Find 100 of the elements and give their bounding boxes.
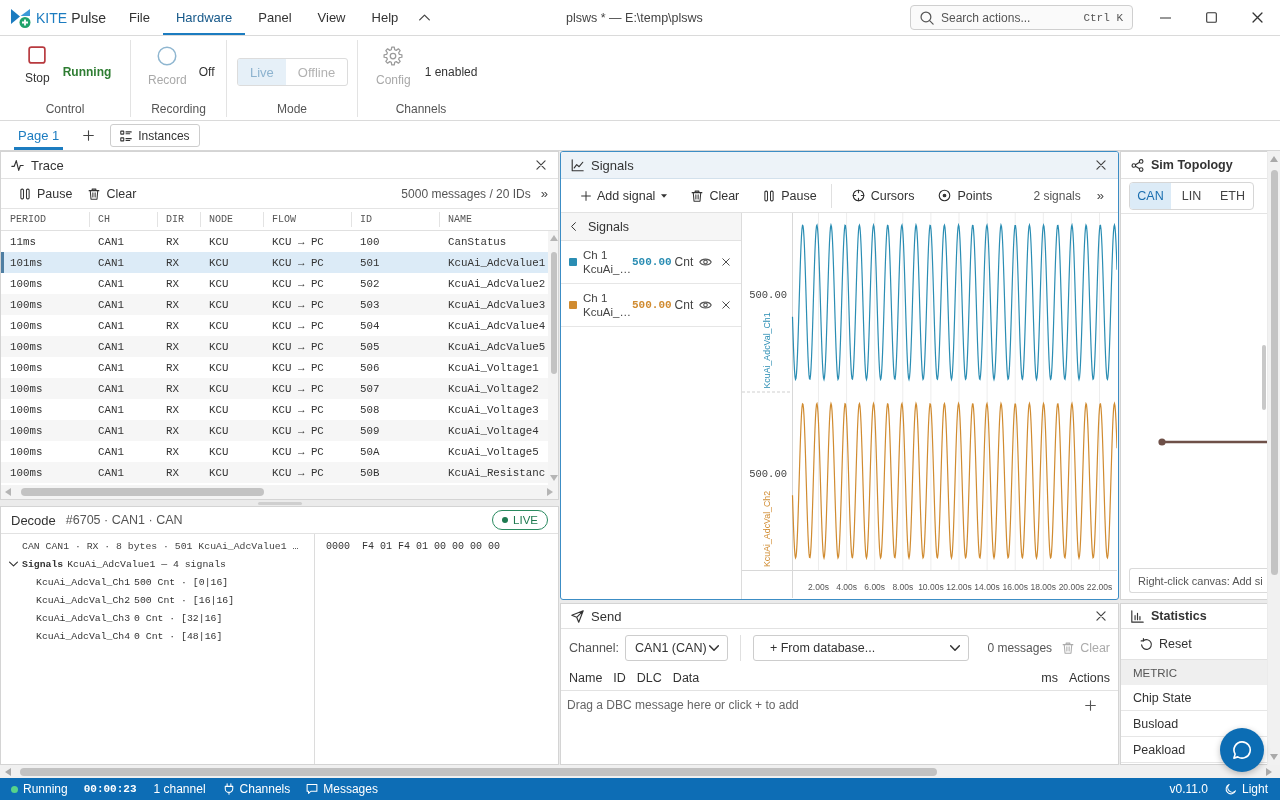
table-cell-text: 100ms xyxy=(9,424,44,437)
triangle-left-icon[interactable] xyxy=(5,488,11,496)
menu-item[interactable]: Panel xyxy=(245,0,305,35)
bus-tab[interactable]: CAN xyxy=(1130,183,1171,209)
triangle-up-icon[interactable] xyxy=(1270,156,1278,162)
column-header[interactable]: NAME xyxy=(439,212,558,227)
more-button[interactable]: » xyxy=(540,186,548,201)
horizontal-scrollbar[interactable] xyxy=(1,485,558,499)
add-signal-button[interactable]: Add signal xyxy=(581,183,668,208)
column-header[interactable]: NODE xyxy=(200,212,263,227)
trace-row[interactable]: 100ms CAN1 RX KCU KCU → PC 502 KcuAi_AdcValue2 xyxy=(1,273,548,294)
trace-row[interactable]: 100ms CAN1 RX KCU KCU → PC 505 KcuAi_AdcValue5 xyxy=(1,336,548,357)
column-header[interactable]: FLOW xyxy=(263,212,351,227)
table-cell-text: 100 xyxy=(359,235,381,248)
trace-row[interactable]: 100ms CAN1 RX KCU KCU → PC 509 KcuAi_Voltage4 xyxy=(1,420,548,441)
plus-icon xyxy=(1085,699,1096,711)
triangle-left-icon[interactable] xyxy=(5,767,11,776)
close-panel-button[interactable] xyxy=(534,158,548,172)
menu-item[interactable]: File xyxy=(116,0,163,35)
horizontal-scrollbar[interactable] xyxy=(0,765,1280,778)
database-select[interactable]: + From database... xyxy=(752,634,970,661)
trace-row[interactable]: 11ms CAN1 RX KCU KCU → PC 100 CanStatus xyxy=(1,231,548,252)
signal-value: 500 Cnt · [16|16] xyxy=(134,594,235,606)
remove-signal-button[interactable] xyxy=(722,258,730,266)
table-cell-text: RX xyxy=(165,235,180,248)
trash-icon xyxy=(88,187,101,200)
chevron-down-icon[interactable] xyxy=(9,561,18,567)
points-button[interactable]: Points xyxy=(938,183,993,208)
messages-button[interactable]: Messages xyxy=(306,782,378,796)
table-cell-text: RX xyxy=(165,340,180,353)
menu-item[interactable]: Hardware xyxy=(162,0,246,35)
stop-button[interactable]: Stop xyxy=(22,36,53,85)
vertical-scrollbar[interactable] xyxy=(1268,151,1280,765)
search-input[interactable]: Search actions... xyxy=(941,10,1077,25)
signal-value: 0 Cnt · [32|16] xyxy=(134,612,223,624)
channel-count: 1 channel xyxy=(153,782,206,796)
table-cell-text: CAN1 xyxy=(97,340,125,353)
column-header[interactable]: DIR xyxy=(157,212,200,227)
line-chart-icon xyxy=(571,158,584,172)
status-dot-icon xyxy=(11,785,18,793)
scrollbar-thumb[interactable] xyxy=(1270,170,1278,575)
close-icon xyxy=(722,301,730,309)
trace-row[interactable]: 100ms CAN1 RX KCU KCU → PC 506 KcuAi_Voltage1 xyxy=(1,357,548,378)
close-panel-button[interactable] xyxy=(1094,609,1108,623)
canvas-scrollbar[interactable] xyxy=(1262,345,1266,410)
add-message-button[interactable] xyxy=(1085,699,1096,711)
trace-row[interactable]: 100ms CAN1 RX KCU KCU → PC 503 KcuAi_AdcValue3 xyxy=(1,294,548,315)
vertical-scrollbar[interactable] xyxy=(548,231,558,485)
trace-row[interactable]: 101ms CAN1 RX KCU KCU → PC 501 KcuAi_AdcValue1 xyxy=(1,252,548,273)
channels-button[interactable]: Channels xyxy=(222,782,291,796)
column-header[interactable]: ID xyxy=(351,212,439,227)
trace-row[interactable]: 100ms CAN1 RX KCU KCU → PC 50A KcuAi_Voltage5 xyxy=(1,441,548,462)
axis-tick-label: 2.00s xyxy=(808,582,829,592)
triangle-down-icon[interactable] xyxy=(1270,754,1278,760)
menu-item[interactable]: View xyxy=(304,0,359,35)
table-cell-text: CAN1 xyxy=(97,382,125,395)
trace-row[interactable]: 100ms CAN1 RX KCU KCU → PC 50B KcuAi_Resistanc xyxy=(1,462,548,483)
column-header: ms xyxy=(1041,671,1058,685)
trace-row[interactable]: 100ms CAN1 RX KCU KCU → PC 504 KcuAi_AdcValue4 xyxy=(1,315,548,336)
clear-button[interactable]: Clear xyxy=(88,181,137,206)
more-button[interactable]: » xyxy=(1096,188,1104,203)
triangle-down-icon[interactable] xyxy=(549,475,558,481)
trace-row[interactable]: 100ms CAN1 RX KCU KCU → PC 507 KcuAi_Voltage2 xyxy=(1,378,548,399)
theme-button[interactable]: Light xyxy=(1224,782,1268,796)
axis-tick-label: 4.00s xyxy=(836,582,857,592)
bus-line[interactable] xyxy=(1158,438,1267,446)
visibility-button[interactable] xyxy=(699,300,712,310)
instances-button[interactable]: Instances xyxy=(110,124,200,147)
tree-label[interactable]: Signals xyxy=(22,558,64,570)
table-cell-text: KCU xyxy=(208,298,230,311)
trace-row[interactable]: 100ms CAN1 RX KCU KCU → PC 508 KcuAi_Voltage3 xyxy=(1,399,548,420)
scrollbar-thumb[interactable] xyxy=(21,488,264,496)
triangle-up-icon[interactable] xyxy=(549,235,558,241)
reset-button[interactable]: Reset xyxy=(1140,637,1192,651)
cursors-button[interactable]: Cursors xyxy=(851,183,915,208)
page-tab[interactable]: Page 1 xyxy=(14,121,64,150)
table-cell-text: KCU → PC xyxy=(271,361,325,374)
pause-button[interactable]: Pause xyxy=(19,181,73,206)
table-cell-text: RX xyxy=(165,256,180,269)
bus-tab[interactable]: LIN xyxy=(1171,183,1212,209)
chevron-up-icon xyxy=(419,14,431,21)
triangle-right-icon[interactable] xyxy=(547,488,553,496)
table-cell-text: 50A xyxy=(359,445,381,458)
visibility-button[interactable] xyxy=(699,257,712,267)
column-header[interactable]: PERIOD xyxy=(1,212,89,227)
menu-item[interactable]: Help xyxy=(358,0,412,35)
clear-button[interactable]: Clear xyxy=(691,183,740,208)
column-header[interactable]: CH xyxy=(89,212,157,227)
close-icon xyxy=(722,258,730,266)
channel-select[interactable]: CAN1 (CAN) xyxy=(625,634,728,661)
search-bar[interactable]: Search actions... Ctrl K xyxy=(910,5,1133,30)
axis-tick-label: 14.00s xyxy=(974,582,1000,592)
scrollbar-thumb[interactable] xyxy=(20,767,937,776)
bus-tab[interactable]: ETH xyxy=(1212,183,1253,209)
close-panel-button[interactable] xyxy=(1094,158,1108,172)
scrollbar-thumb[interactable] xyxy=(550,252,557,374)
remove-signal-button[interactable] xyxy=(722,301,730,309)
trash-icon xyxy=(1062,641,1075,654)
pause-button[interactable]: Pause xyxy=(763,183,817,208)
triangle-right-icon[interactable] xyxy=(1266,767,1272,776)
